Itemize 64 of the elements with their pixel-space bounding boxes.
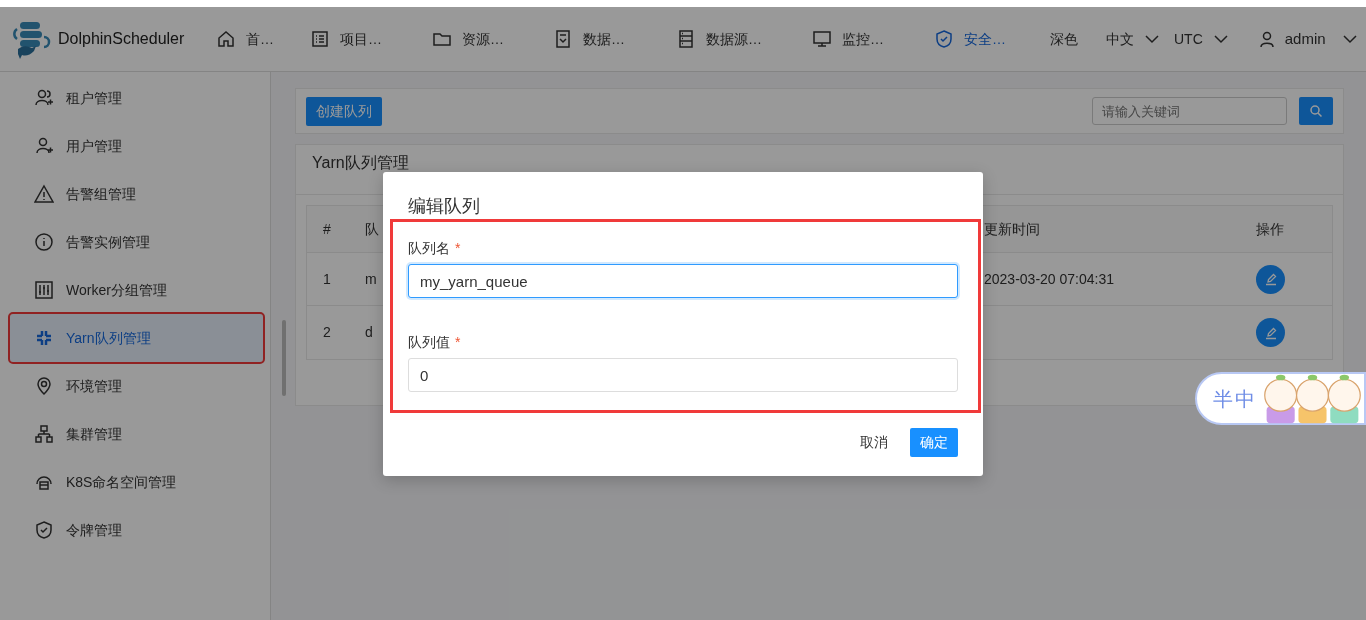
sidebar-item[interactable]: 用户管理 xyxy=(10,122,263,170)
field-label: 队列名 xyxy=(408,240,450,256)
required-mark: * xyxy=(455,334,461,350)
cancel-button[interactable]: 取消 xyxy=(852,428,896,457)
monitor-icon xyxy=(812,29,832,49)
grid-icon xyxy=(34,328,54,348)
table-cell: 2023-03-20 07:04:31 xyxy=(984,270,1114,287)
sidebar-item[interactable]: 令牌管理 xyxy=(10,506,263,554)
sidebar-item[interactable]: Yarn队列管理 xyxy=(10,314,263,362)
panel-title: Yarn队列管理 xyxy=(312,153,409,173)
table-cell: 1 xyxy=(323,270,331,287)
user-menu[interactable]: admin xyxy=(1256,27,1360,51)
document-icon xyxy=(553,29,573,49)
dialog-title: 编辑队列 xyxy=(408,196,480,216)
search-icon xyxy=(1309,104,1323,118)
theme-toggle[interactable]: 深色 xyxy=(1050,28,1078,50)
location-icon xyxy=(34,376,54,396)
required-mark: * xyxy=(455,240,461,256)
home-icon xyxy=(216,29,236,49)
sidebar-item[interactable]: K8S命名空间管理 xyxy=(10,458,263,506)
edit-button[interactable] xyxy=(1256,318,1285,347)
shield-icon xyxy=(934,29,954,49)
sidebar-item[interactable]: 集群管理 xyxy=(10,410,263,458)
nav-tab[interactable]: 首… xyxy=(208,7,302,71)
user-add-icon xyxy=(34,136,54,156)
info-icon xyxy=(34,232,54,252)
input-field[interactable]: my_yarn_queue xyxy=(408,264,958,298)
timezone-dropdown[interactable]: UTC xyxy=(1174,28,1231,50)
nav-tab[interactable]: 安全… xyxy=(926,7,1036,71)
nav-tab[interactable]: 监控… xyxy=(804,7,926,71)
brand-name: DolphinScheduler xyxy=(58,29,185,49)
sidebar-item[interactable]: 环境管理 xyxy=(10,362,263,410)
server-icon xyxy=(676,29,696,49)
warning-icon xyxy=(34,184,54,204)
scrollbar-thumb[interactable] xyxy=(282,320,286,396)
sitemap-icon xyxy=(34,424,54,444)
column-header: 更新时间 xyxy=(984,220,1040,237)
sidebar-item[interactable]: 告警组管理 xyxy=(10,170,263,218)
ime-key[interactable]: 中 xyxy=(1235,388,1255,409)
shield-icon xyxy=(34,520,54,540)
sidebar-item[interactable]: Worker分组管理 xyxy=(10,266,263,314)
column-header: 队 xyxy=(365,220,379,237)
edit-button[interactable] xyxy=(1256,264,1285,294)
field-label: 队列值 xyxy=(408,334,450,350)
nav-tab[interactable]: 数据… xyxy=(545,7,668,71)
sliders-icon xyxy=(34,280,54,300)
nav-tab[interactable]: 项目… xyxy=(302,7,424,71)
input-field[interactable]: 0 xyxy=(408,358,958,392)
search-button[interactable] xyxy=(1299,97,1333,125)
nav-tab[interactable]: 资源… xyxy=(424,7,545,71)
sidebar-item[interactable]: 告警实例管理 xyxy=(10,218,263,266)
language-dropdown[interactable]: 中文 xyxy=(1106,28,1162,50)
table-cell: 2 xyxy=(323,324,331,340)
column-header: # xyxy=(323,220,331,237)
search-field[interactable]: 请输入关键词 xyxy=(1092,97,1287,125)
ime-key[interactable]: 半 xyxy=(1213,388,1233,409)
column-header: 操作 xyxy=(1256,220,1284,237)
confirm-button[interactable]: 确定 xyxy=(910,428,958,457)
table-cell: d xyxy=(365,324,373,340)
list-icon xyxy=(310,29,330,49)
nav-tab[interactable]: 数据源… xyxy=(668,7,804,71)
table-cell: m xyxy=(365,270,377,287)
users-icon xyxy=(34,88,54,108)
sidebar-item[interactable]: 租户管理 xyxy=(10,74,263,122)
